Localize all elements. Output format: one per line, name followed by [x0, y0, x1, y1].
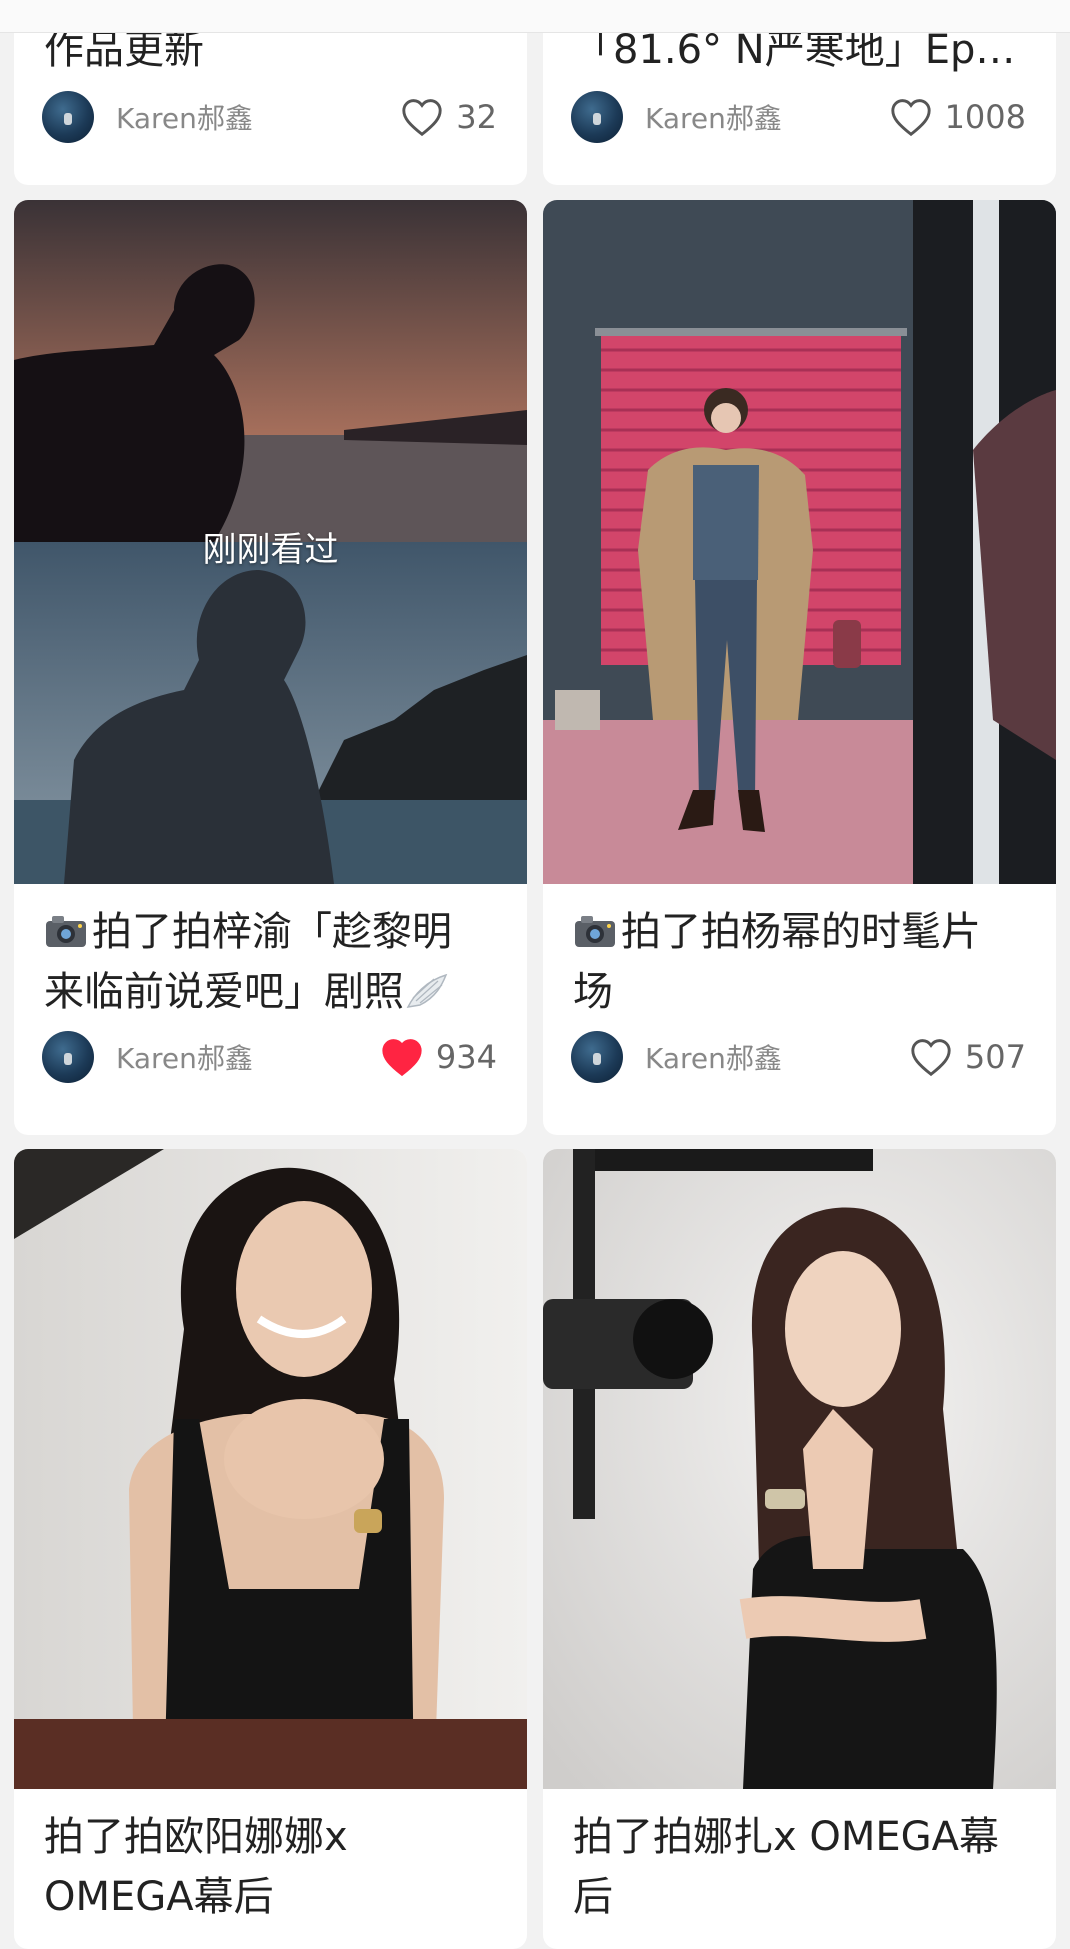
like-button[interactable]: 1008	[889, 97, 1026, 137]
cover-image[interactable]: 刚刚看过	[14, 200, 527, 884]
avatar[interactable]	[42, 91, 94, 143]
note-card[interactable]: 拍了拍杨幂的时髦片 场 Karen郝鑫 507	[543, 200, 1056, 1135]
camera-emoji-icon	[46, 916, 86, 947]
note-title: 拍了拍梓渝「趁黎明 来临前说爱吧」剧照	[44, 909, 452, 1015]
author-name[interactable]: Karen郝鑫	[116, 1037, 380, 1077]
author-name[interactable]: Karen郝鑫	[116, 97, 400, 137]
like-count: 32	[456, 98, 497, 136]
note-title: 拍了拍欧阳娜娜x OMEGA幕后	[44, 1814, 348, 1920]
cover-image[interactable]	[14, 1149, 527, 1789]
note-card[interactable]: 拍了拍欧阳娜娜x OMEGA幕后	[14, 1149, 527, 1949]
note-meta: Karen郝鑫 1008	[571, 89, 1026, 145]
avatar[interactable]	[571, 91, 623, 143]
recently-viewed-badge: 刚刚看过	[202, 530, 339, 570]
wing-emoji-icon	[406, 973, 448, 1008]
like-count: 507	[964, 1038, 1026, 1076]
like-button[interactable]: 32	[400, 97, 497, 137]
note-card[interactable]: 拍了拍娜扎x OMEGA幕 后	[543, 1149, 1056, 1949]
heart-outline-icon	[890, 99, 931, 137]
portrait-photo	[543, 1149, 1056, 1789]
camera-emoji-icon	[575, 916, 615, 947]
studio-photo	[543, 200, 1056, 884]
heart-outline-icon	[911, 1039, 951, 1077]
like-button[interactable]: 934	[380, 1037, 497, 1077]
cover-image[interactable]	[543, 200, 1056, 884]
note-title: 拍了拍娜扎x OMEGA幕 后	[573, 1814, 1000, 1920]
like-button[interactable]: 507	[909, 1037, 1026, 1077]
note-card[interactable]: 刚刚看过 拍了拍梓渝「趁黎明 来临前说爱吧」剧照 Karen郝鑫 934	[14, 200, 527, 1135]
cover-image[interactable]	[543, 1149, 1056, 1789]
note-meta: Karen郝鑫 32	[42, 89, 497, 145]
portrait-photo	[14, 1149, 527, 1789]
heart-filled-icon	[382, 1039, 422, 1077]
like-count: 934	[435, 1038, 497, 1076]
like-count: 1008	[944, 98, 1026, 136]
note-title: 拍了拍杨幂的时髦片 场	[573, 909, 981, 1015]
avatar[interactable]	[571, 1031, 623, 1083]
status-bar-strip	[0, 0, 1070, 33]
heart-outline-icon	[402, 99, 442, 137]
note-meta: Karen郝鑫 507	[571, 1029, 1026, 1085]
author-name[interactable]: Karen郝鑫	[645, 97, 889, 137]
avatar[interactable]	[42, 1031, 94, 1083]
author-name[interactable]: Karen郝鑫	[645, 1037, 909, 1077]
note-meta: Karen郝鑫 934	[42, 1029, 497, 1085]
